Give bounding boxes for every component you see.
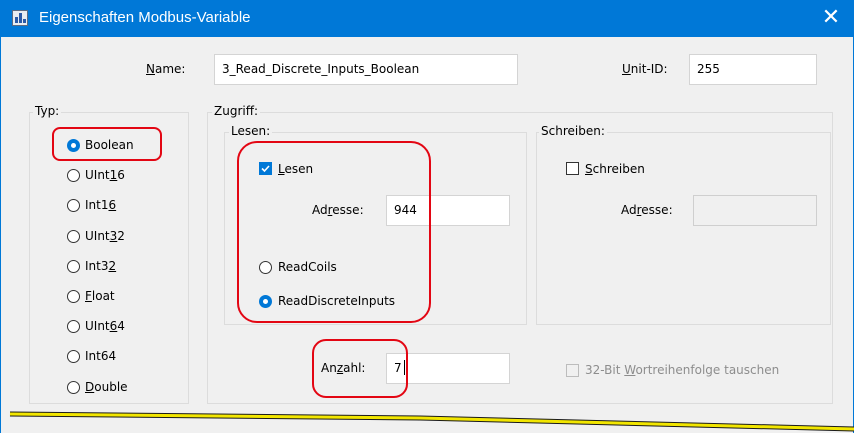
typ-option-label-7[interactable]: Int64 (85, 349, 116, 363)
schreiben-legend: Schreiben: (539, 124, 607, 138)
annotation-boolean-highlight (52, 127, 162, 161)
annotation-yellow-underline (9, 411, 854, 432)
modbus-app-icon (12, 10, 28, 26)
typ-option-label-3[interactable]: UInt32 (85, 229, 125, 243)
name-input[interactable]: 3_Read_Discrete_Inputs_Boolean (214, 54, 518, 85)
typ-option-label-6[interactable]: UInt64 (85, 319, 125, 333)
typ-radio-7[interactable] (67, 350, 80, 363)
schreiben-adresse-input[interactable] (693, 195, 817, 226)
wortreihenfolge-label[interactable]: 32-Bit Wortreihenfolge tauschen (585, 363, 779, 377)
typ-radio-5[interactable] (67, 290, 80, 303)
name-label: Name: (146, 62, 186, 76)
unit-id-input[interactable]: 255 (689, 54, 817, 85)
annotation-anzahl-highlight (312, 339, 408, 398)
lesen-legend: Lesen: (229, 124, 273, 138)
typ-radio-6[interactable] (67, 320, 80, 333)
typ-option-label-1[interactable]: UInt16 (85, 168, 125, 182)
typ-option-label-8[interactable]: Double (85, 380, 128, 394)
typ-radio-3[interactable] (67, 230, 80, 243)
typ-radio-4[interactable] (67, 260, 80, 273)
typ-radio-2[interactable] (67, 199, 80, 212)
close-icon[interactable]: ✕ (816, 4, 846, 32)
title-bar: Eigenschaften Modbus-Variable ✕ (0, 0, 854, 37)
zugriff-legend: Zugriff: (212, 104, 261, 118)
schreiben-group (536, 132, 831, 325)
window-title: Eigenschaften Modbus-Variable (39, 9, 251, 26)
typ-legend: Typ: (33, 104, 62, 118)
typ-option-label-2[interactable]: Int16 (85, 198, 116, 212)
typ-radio-1[interactable] (67, 169, 80, 182)
typ-option-label-4[interactable]: Int32 (85, 259, 116, 273)
unit-id-label: Unit-ID: (622, 62, 668, 76)
schreiben-checkbox[interactable] (566, 162, 579, 175)
typ-option-label-5[interactable]: Float (85, 289, 115, 303)
schreiben-checkbox-label[interactable]: Schreiben (585, 162, 645, 176)
typ-radio-8[interactable] (67, 381, 80, 394)
wortreihenfolge-checkbox[interactable] (566, 364, 579, 377)
schreiben-adresse-label: Adresse: (621, 203, 673, 217)
annotation-lesen-highlight (237, 141, 431, 323)
